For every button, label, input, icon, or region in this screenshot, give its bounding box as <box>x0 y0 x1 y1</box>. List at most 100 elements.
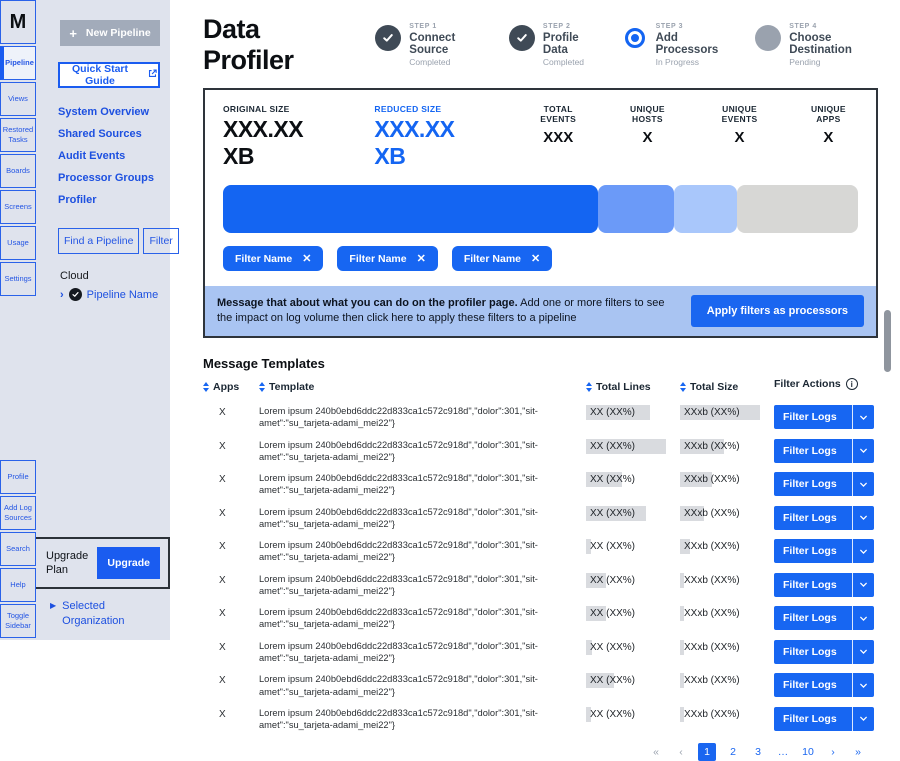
total-lines-cell: XX (XX%) <box>586 405 666 420</box>
rail-item-boards[interactable]: Boards <box>0 154 36 188</box>
sidebar-link-audit-events[interactable]: Audit Events <box>58 150 162 162</box>
sort-icon[interactable] <box>586 382 592 392</box>
quick-start-guide-button[interactable]: Quick Start Guide <box>58 62 160 88</box>
page-item--[interactable]: « <box>648 743 664 761</box>
sidebar-link-processor-groups[interactable]: Processor Groups <box>58 172 162 184</box>
rail-item-settings[interactable]: Settings <box>0 262 36 296</box>
page-item--[interactable]: » <box>850 743 866 761</box>
find-pipeline-input[interactable]: Find a Pipeline <box>58 228 139 254</box>
page-item-1[interactable]: 1 <box>698 743 716 761</box>
rail-item-search[interactable]: Search <box>0 532 36 566</box>
sort-icon[interactable] <box>259 382 265 392</box>
actions-cell: Filter Logs <box>774 640 878 664</box>
total-size-cell: XXxb (XX%) <box>680 673 760 688</box>
chevron-down-icon[interactable] <box>852 640 874 664</box>
page-item--[interactable]: ‹ <box>673 743 689 761</box>
close-icon[interactable]: ✕ <box>417 252 426 265</box>
rail-item-views[interactable]: Views <box>0 82 36 116</box>
step-profile-data[interactable]: STEP 2Profile DataCompleted <box>509 23 594 67</box>
page-item-3[interactable]: 3 <box>750 743 766 761</box>
icon-rail: M PipelineViewsRestored TasksBoardsScree… <box>0 0 36 640</box>
rail-item-profile[interactable]: Profile <box>0 460 36 494</box>
apply-filters-button[interactable]: Apply filters as processors <box>691 295 864 327</box>
banner-text: Message that about what you can do on th… <box>217 296 673 327</box>
page-item-10[interactable]: 10 <box>800 743 816 761</box>
rail-item-screens[interactable]: Screens <box>0 190 36 224</box>
filter-logs-button[interactable]: Filter Logs <box>774 707 874 731</box>
value-text: XXxb (XX%) <box>684 407 740 418</box>
original-size-label: ORIGINAL SIZE <box>223 104 336 114</box>
step-connect-source[interactable]: STEP 1Connect SourceCompleted <box>375 23 481 67</box>
close-icon[interactable]: ✕ <box>302 252 311 265</box>
bar-segment-reduced-volume <box>223 185 598 233</box>
sidebar-bottom: Upgrade Plan Upgrade ▶ Selected Organiza… <box>36 537 170 640</box>
rail-item-toggle-sidebar[interactable]: Toggle Sidebar <box>0 604 36 638</box>
filter-logs-button[interactable]: Filter Logs <box>774 472 874 496</box>
pipeline-tree: Cloud › Pipeline Name <box>60 270 164 301</box>
chevron-down-icon[interactable] <box>852 606 874 630</box>
total-size-cell: XXxb (XX%) <box>680 506 760 521</box>
step-name: Connect Source <box>409 32 481 56</box>
filter-logs-button[interactable]: Filter Logs <box>774 506 874 530</box>
filter-logs-button[interactable]: Filter Logs <box>774 606 874 630</box>
sidebar-link-system-overview[interactable]: System Overview <box>58 106 162 118</box>
summary-stats: ORIGINAL SIZE XXX.XX XB REDUCED SIZE XXX… <box>205 90 876 170</box>
scrollbar-thumb[interactable] <box>884 310 891 372</box>
filter-logs-button[interactable]: Filter Logs <box>774 640 874 664</box>
filter-logs-button[interactable]: Filter Logs <box>774 673 874 697</box>
total-size-cell: XXxb (XX%) <box>680 573 760 588</box>
apps-cell: X <box>203 673 251 686</box>
sidebar-link-shared-sources[interactable]: Shared Sources <box>58 128 162 140</box>
total-lines-cell: XX (XX%) <box>586 707 666 722</box>
filter-logs-button[interactable]: Filter Logs <box>774 539 874 563</box>
table-row: XLorem ipsum 240b0ebd6ddc22d833ca1c572c9… <box>203 435 878 469</box>
column-header-filter-actions: Filter Actions <box>774 378 878 390</box>
sort-icon[interactable] <box>203 382 209 392</box>
rail-item-usage[interactable]: Usage <box>0 226 36 260</box>
filter-logs-button[interactable]: Filter Logs <box>774 573 874 597</box>
rail-item-pipeline[interactable]: Pipeline <box>0 46 36 80</box>
filter-logs-button[interactable]: Filter Logs <box>774 439 874 463</box>
close-icon[interactable]: ✕ <box>531 252 540 265</box>
progress-circle-icon <box>625 28 645 48</box>
chevron-down-icon[interactable] <box>852 707 874 731</box>
chevron-right-icon[interactable]: › <box>60 289 64 301</box>
filter-chip[interactable]: Filter Name✕ <box>337 246 437 271</box>
chevron-down-icon[interactable] <box>852 673 874 697</box>
plus-icon: + <box>69 26 77 41</box>
page-item--[interactable]: › <box>825 743 841 761</box>
chevron-down-icon[interactable] <box>852 439 874 463</box>
selected-organization[interactable]: ▶ Selected Organization <box>36 589 170 640</box>
new-pipeline-button[interactable]: + New Pipeline <box>60 20 160 46</box>
check-circle-icon <box>69 288 82 301</box>
column-header-apps: Apps <box>203 381 251 393</box>
apps-cell: X <box>203 405 251 418</box>
value-text: XXxb (XX%) <box>684 508 740 519</box>
filter-chip[interactable]: Filter Name✕ <box>452 246 552 271</box>
app-logo[interactable]: M <box>0 0 36 44</box>
sort-icon[interactable] <box>680 382 686 392</box>
page-item-2[interactable]: 2 <box>725 743 741 761</box>
chevron-down-icon[interactable] <box>852 506 874 530</box>
upgrade-button[interactable]: Upgrade <box>97 547 160 579</box>
metric-label: UNIQUE EVENTS <box>704 104 775 124</box>
chevron-down-icon[interactable] <box>852 573 874 597</box>
tree-item-pipeline[interactable]: › Pipeline Name <box>60 288 164 301</box>
chevron-down-icon[interactable] <box>852 472 874 496</box>
step-name: Add Processors <box>656 32 728 56</box>
page-item--[interactable]: … <box>775 743 791 761</box>
step-choose-destination[interactable]: STEP 4Choose DestinationPending <box>755 23 878 67</box>
step-add-processors[interactable]: STEP 3Add ProcessorsIn Progress <box>622 23 728 67</box>
filter-chip[interactable]: Filter Name✕ <box>223 246 323 271</box>
chevron-down-icon[interactable] <box>852 405 874 429</box>
value-text: XX (XX%) <box>590 575 635 586</box>
sidebar-link-profiler[interactable]: Profiler <box>58 194 162 206</box>
chevron-down-icon[interactable] <box>852 539 874 563</box>
rail-item-add-log-sources[interactable]: Add Log Sources <box>0 496 36 530</box>
metric-unique-events: UNIQUE EVENTSX <box>704 104 775 170</box>
template-cell: Lorem ipsum 240b0ebd6ddc22d833ca1c572c91… <box>259 506 578 531</box>
filter-logs-button[interactable]: Filter Logs <box>774 405 874 429</box>
info-icon[interactable] <box>846 378 858 390</box>
rail-item-restored-tasks[interactable]: Restored Tasks <box>0 118 36 152</box>
rail-item-help[interactable]: Help <box>0 568 36 602</box>
